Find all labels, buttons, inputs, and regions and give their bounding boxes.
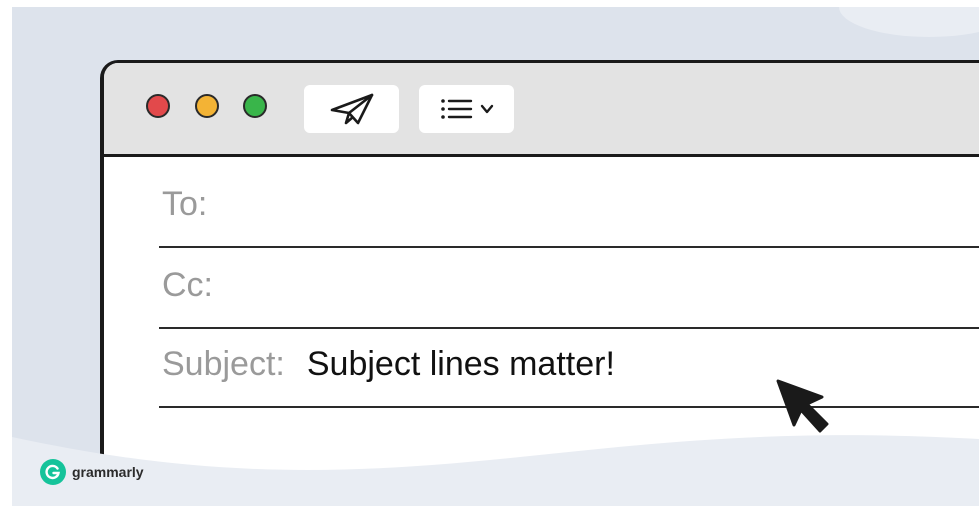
subject-label: Subject: — [162, 345, 285, 383]
list-format-icon — [440, 99, 472, 119]
subject-input[interactable]: Subject lines matter! — [307, 345, 615, 384]
cc-field[interactable]: Cc: — [162, 266, 962, 306]
chevron-down-icon — [480, 104, 493, 114]
close-window-button[interactable] — [146, 94, 170, 118]
grammarly-g-icon — [40, 459, 66, 485]
field-divider — [159, 406, 979, 408]
grammarly-logo: grammarly — [40, 459, 144, 485]
window-toolbar — [104, 63, 979, 157]
field-divider — [159, 246, 979, 248]
paper-plane-icon — [330, 93, 373, 125]
brand-name: grammarly — [72, 464, 144, 480]
to-label: To: — [162, 185, 208, 223]
background-highlight — [839, 7, 979, 37]
send-button[interactable] — [304, 85, 399, 133]
cc-label: Cc: — [162, 266, 213, 304]
illustration-background: To: Cc: Subject: Subject lines matter! g… — [12, 7, 979, 506]
decorative-wave — [12, 435, 979, 506]
minimize-window-button[interactable] — [195, 94, 219, 118]
subject-field[interactable]: Subject: Subject lines matter! — [162, 345, 962, 385]
maximize-window-button[interactable] — [243, 94, 267, 118]
format-list-button[interactable] — [419, 85, 514, 133]
field-divider — [159, 327, 979, 329]
to-field[interactable]: To: — [162, 185, 962, 225]
